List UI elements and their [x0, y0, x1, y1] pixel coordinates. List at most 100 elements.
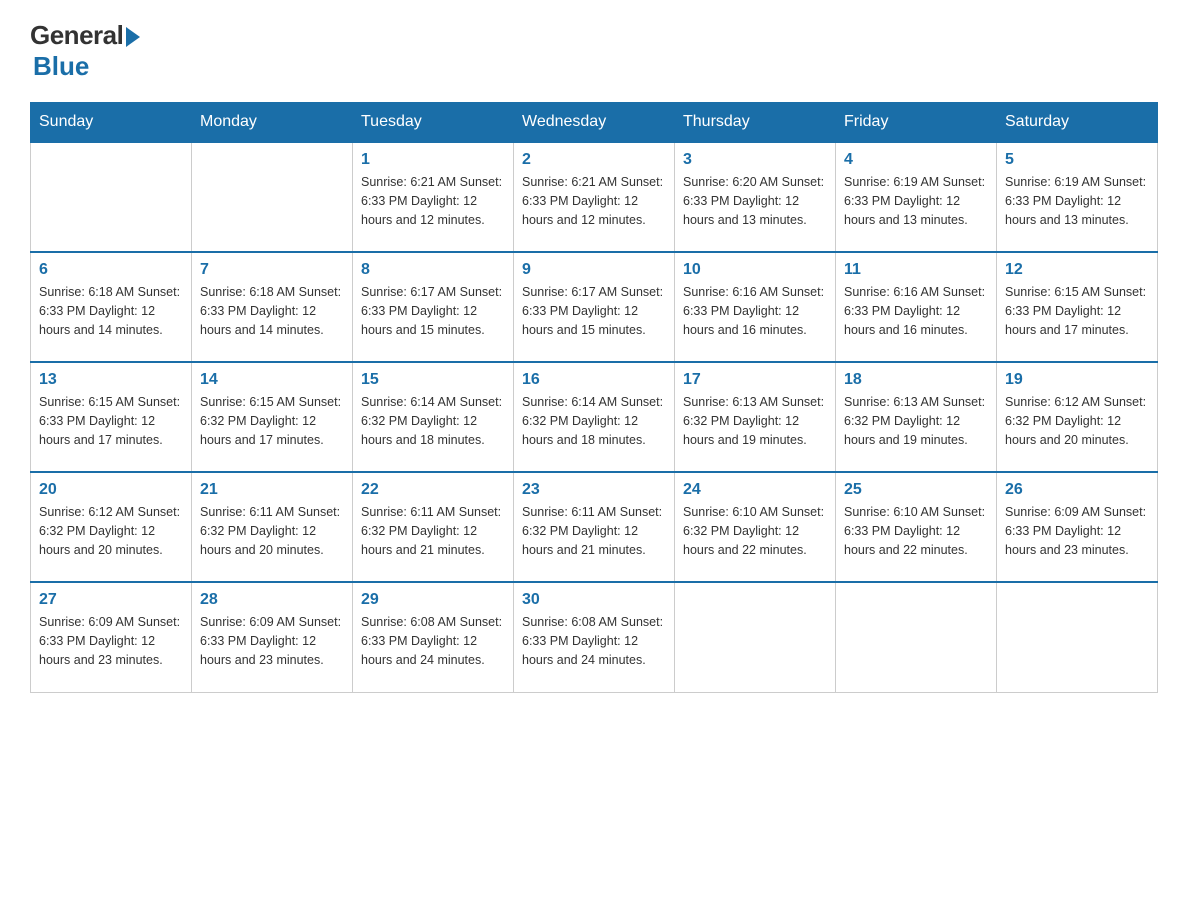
calendar-cell: 2Sunrise: 6:21 AM Sunset: 6:33 PM Daylig…: [514, 142, 675, 252]
calendar-table: SundayMondayTuesdayWednesdayThursdayFrid…: [30, 102, 1158, 693]
day-number: 1: [361, 151, 505, 169]
header-day-wednesday: Wednesday: [514, 103, 675, 143]
calendar-cell: 4 Sunrise: 6:19 AM Sunset: 6:33 PM Daylig…: [836, 142, 997, 252]
calendar-cell: 22 Sunrise: 6:11 AM Sunset: 6:32 PM Dayli…: [353, 472, 514, 582]
calendar-cell: 27 Sunrise: 6:09 AM Sunset: 6:33 PM Dayli…: [31, 582, 192, 692]
day-info: Sunrise: 6:11 AM Sunset: 6:32 PM Dayligh…: [361, 503, 505, 559]
day-number: 24: [683, 481, 827, 499]
calendar-cell: 7 Sunrise: 6:18 AM Sunset: 6:33 PM Daylig…: [192, 252, 353, 362]
day-number: 5: [1005, 151, 1149, 169]
calendar-cell: 6Sunrise: 6:18 AM Sunset: 6:33 PM Daylig…: [31, 252, 192, 362]
calendar-header-row: SundayMondayTuesdayWednesdayThursdayFrid…: [31, 103, 1158, 143]
day-info: Sunrise: 6:14 AM Sunset: 6:32 PM Dayligh…: [361, 393, 505, 449]
calendar-cell: 19Sunrise: 6:12 AM Sunset: 6:32 PM Dayli…: [997, 362, 1158, 472]
header-day-thursday: Thursday: [675, 103, 836, 143]
calendar-cell: 16 Sunrise: 6:14 AM Sunset: 6:32 PM Dayli…: [514, 362, 675, 472]
calendar-week-row: 20 Sunrise: 6:12 AM Sunset: 6:32 PM Dayli…: [31, 472, 1158, 582]
day-number: 12: [1005, 261, 1149, 279]
calendar-cell: [997, 582, 1158, 692]
day-number: 27: [39, 591, 183, 609]
day-number: 9: [522, 261, 666, 279]
day-number: 20: [39, 481, 183, 499]
day-info: Sunrise: 6:11 AM Sunset: 6:32 PM Dayligh…: [200, 503, 344, 559]
calendar-cell: 5 Sunrise: 6:19 AM Sunset: 6:33 PM Daylig…: [997, 142, 1158, 252]
day-number: 10: [683, 261, 827, 279]
day-info: Sunrise: 6:10 AM Sunset: 6:33 PM Dayligh…: [844, 503, 988, 559]
day-number: 21: [200, 481, 344, 499]
day-info: Sunrise: 6:10 AM Sunset: 6:32 PM Dayligh…: [683, 503, 827, 559]
day-number: 7: [200, 261, 344, 279]
calendar-cell: 30 Sunrise: 6:08 AM Sunset: 6:33 PM Dayli…: [514, 582, 675, 692]
day-info: Sunrise: 6:12 AM Sunset: 6:32 PM Dayligh…: [39, 503, 183, 559]
day-info: Sunrise: 6:15 AM Sunset: 6:33 PM Dayligh…: [1005, 283, 1149, 339]
calendar-cell: 20 Sunrise: 6:12 AM Sunset: 6:32 PM Dayli…: [31, 472, 192, 582]
day-info: Sunrise: 6:08 AM Sunset: 6:33 PM Dayligh…: [522, 613, 666, 669]
day-number: 3: [683, 151, 827, 169]
day-number: 23: [522, 481, 666, 499]
day-number: 19: [1005, 371, 1149, 389]
day-info: Sunrise: 6:19 AM Sunset: 6:33 PM Dayligh…: [1005, 173, 1149, 229]
header-day-sunday: Sunday: [31, 103, 192, 143]
day-info: Sunrise: 6:08 AM Sunset: 6:33 PM Dayligh…: [361, 613, 505, 669]
calendar-cell: 24 Sunrise: 6:10 AM Sunset: 6:32 PM Dayli…: [675, 472, 836, 582]
calendar-cell: 26Sunrise: 6:09 AM Sunset: 6:33 PM Dayli…: [997, 472, 1158, 582]
day-info: Sunrise: 6:13 AM Sunset: 6:32 PM Dayligh…: [844, 393, 988, 449]
day-number: 2: [522, 151, 666, 169]
day-number: 29: [361, 591, 505, 609]
calendar-cell: 8 Sunrise: 6:17 AM Sunset: 6:33 PM Daylig…: [353, 252, 514, 362]
calendar-cell: [675, 582, 836, 692]
calendar-cell: 11 Sunrise: 6:16 AM Sunset: 6:33 PM Dayli…: [836, 252, 997, 362]
day-info: Sunrise: 6:21 AM Sunset: 6:33 PM Dayligh…: [361, 173, 505, 229]
day-number: 16: [522, 371, 666, 389]
day-info: Sunrise: 6:13 AM Sunset: 6:32 PM Dayligh…: [683, 393, 827, 449]
calendar-cell: [836, 582, 997, 692]
day-info: Sunrise: 6:18 AM Sunset: 6:33 PM Dayligh…: [200, 283, 344, 339]
calendar-cell: 29 Sunrise: 6:08 AM Sunset: 6:33 PM Dayli…: [353, 582, 514, 692]
day-info: Sunrise: 6:16 AM Sunset: 6:33 PM Dayligh…: [844, 283, 988, 339]
logo-general-text: General: [30, 20, 123, 51]
day-info: Sunrise: 6:15 AM Sunset: 6:32 PM Dayligh…: [200, 393, 344, 449]
day-info: Sunrise: 6:16 AM Sunset: 6:33 PM Dayligh…: [683, 283, 827, 339]
calendar-cell: 3 Sunrise: 6:20 AM Sunset: 6:33 PM Daylig…: [675, 142, 836, 252]
day-number: 26: [1005, 481, 1149, 499]
calendar-week-row: 1 Sunrise: 6:21 AM Sunset: 6:33 PM Daylig…: [31, 142, 1158, 252]
day-number: 22: [361, 481, 505, 499]
day-info: Sunrise: 6:09 AM Sunset: 6:33 PM Dayligh…: [39, 613, 183, 669]
calendar-cell: 17 Sunrise: 6:13 AM Sunset: 6:32 PM Dayli…: [675, 362, 836, 472]
calendar-cell: 1 Sunrise: 6:21 AM Sunset: 6:33 PM Daylig…: [353, 142, 514, 252]
calendar-week-row: 27 Sunrise: 6:09 AM Sunset: 6:33 PM Dayli…: [31, 582, 1158, 692]
day-info: Sunrise: 6:20 AM Sunset: 6:33 PM Dayligh…: [683, 173, 827, 229]
logo: General Blue: [30, 20, 140, 82]
calendar-cell: 23 Sunrise: 6:11 AM Sunset: 6:32 PM Dayli…: [514, 472, 675, 582]
calendar-cell: 25 Sunrise: 6:10 AM Sunset: 6:33 PM Dayli…: [836, 472, 997, 582]
day-info: Sunrise: 6:14 AM Sunset: 6:32 PM Dayligh…: [522, 393, 666, 449]
header-day-tuesday: Tuesday: [353, 103, 514, 143]
day-number: 13: [39, 371, 183, 389]
calendar-cell: [31, 142, 192, 252]
calendar-cell: 9 Sunrise: 6:17 AM Sunset: 6:33 PM Daylig…: [514, 252, 675, 362]
day-number: 30: [522, 591, 666, 609]
day-number: 6: [39, 261, 183, 279]
logo-blue-text: Blue: [33, 51, 89, 82]
day-info: Sunrise: 6:17 AM Sunset: 6:33 PM Dayligh…: [361, 283, 505, 339]
day-number: 8: [361, 261, 505, 279]
day-number: 4: [844, 151, 988, 169]
calendar-week-row: 6 Sunrise: 6:18 AM Sunset: 6:33 PM Daylig…: [31, 252, 1158, 362]
day-number: 17: [683, 371, 827, 389]
day-number: 28: [200, 591, 344, 609]
header-day-saturday: Saturday: [997, 103, 1158, 143]
logo-arrow-icon: [126, 27, 140, 47]
page-header: General Blue: [30, 20, 1158, 82]
day-info: Sunrise: 6:11 AM Sunset: 6:32 PM Dayligh…: [522, 503, 666, 559]
day-number: 11: [844, 261, 988, 279]
calendar-cell: 13Sunrise: 6:15 AM Sunset: 6:33 PM Dayli…: [31, 362, 192, 472]
day-number: 25: [844, 481, 988, 499]
day-number: 14: [200, 371, 344, 389]
day-info: Sunrise: 6:19 AM Sunset: 6:33 PM Dayligh…: [844, 173, 988, 229]
header-day-monday: Monday: [192, 103, 353, 143]
calendar-cell: 14 Sunrise: 6:15 AM Sunset: 6:32 PM Dayli…: [192, 362, 353, 472]
day-number: 15: [361, 371, 505, 389]
day-info: Sunrise: 6:17 AM Sunset: 6:33 PM Dayligh…: [522, 283, 666, 339]
day-number: 18: [844, 371, 988, 389]
calendar-cell: 28Sunrise: 6:09 AM Sunset: 6:33 PM Dayli…: [192, 582, 353, 692]
